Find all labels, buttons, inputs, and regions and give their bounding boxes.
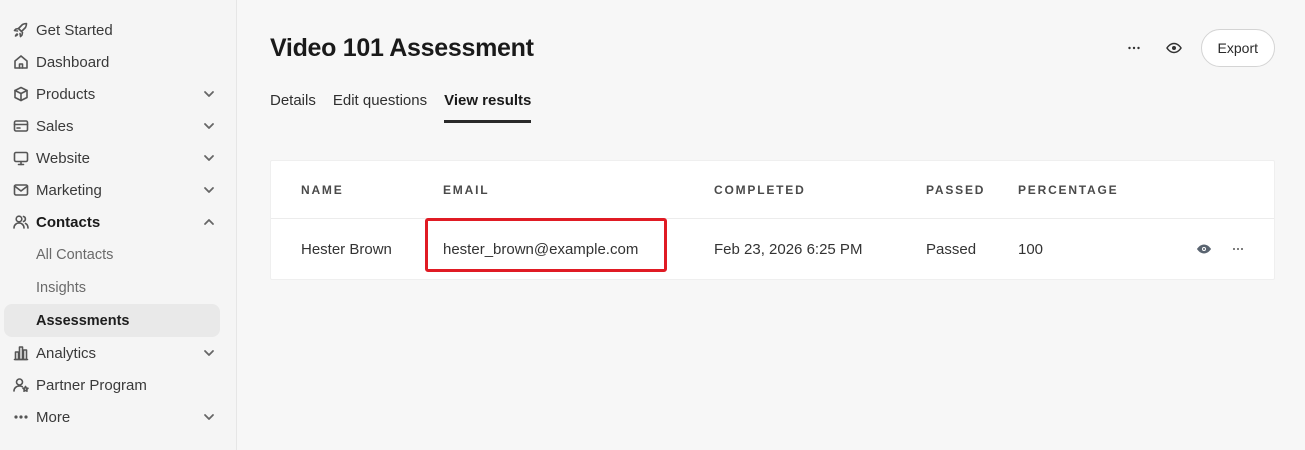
main-content: Video 101 Assessment Export Details Edit…	[237, 0, 1305, 450]
sidebar-item-label: Marketing	[36, 181, 102, 199]
row-more-options-icon[interactable]	[1230, 241, 1246, 257]
column-header-passed[interactable]: PASSED	[926, 183, 985, 197]
column-header-percentage[interactable]: PERCENTAGE	[1018, 183, 1118, 197]
sidebar-item-sales[interactable]: Sales	[0, 110, 236, 142]
sidebar-item-analytics[interactable]: Analytics	[0, 337, 236, 369]
column-header-completed[interactable]: COMPLETED	[714, 183, 806, 197]
ellipsis-icon	[12, 408, 30, 426]
monitor-icon	[12, 149, 30, 167]
sidebar-item-marketing[interactable]: Marketing	[0, 174, 236, 206]
ellipsis-icon	[1127, 46, 1140, 50]
chevron-down-icon[interactable]	[202, 87, 216, 101]
sidebar-subitem-insights[interactable]: Insights	[0, 271, 236, 304]
mail-icon	[12, 181, 30, 199]
chevron-down-icon[interactable]	[202, 119, 216, 133]
chevron-down-icon[interactable]	[202, 183, 216, 197]
sidebar-item-label: Dashboard	[36, 53, 110, 71]
sidebar-item-label: Website	[36, 149, 90, 167]
sidebar-item-label: Sales	[36, 117, 74, 135]
preview-button[interactable]	[1159, 29, 1189, 67]
sidebar-item-more[interactable]: More	[0, 401, 236, 433]
users-icon	[12, 213, 30, 231]
column-header-email[interactable]: EMAIL	[443, 183, 489, 197]
sidebar-item-contacts[interactable]: Contacts	[0, 206, 236, 238]
sidebar-item-partner-program[interactable]: Partner Program	[0, 369, 236, 401]
sidebar: Get Started Dashboard Products Sales Web…	[0, 0, 237, 450]
sidebar-item-label: Partner Program	[36, 376, 147, 394]
sidebar-item-label: More	[36, 408, 71, 426]
tab-edit-questions[interactable]: Edit questions	[333, 92, 427, 123]
sidebar-subitem-all-contacts[interactable]: All Contacts	[0, 238, 236, 271]
tabs: Details Edit questions View results	[270, 92, 548, 123]
cell-completed: Feb 23, 2026 6:25 PM	[714, 241, 863, 258]
cell-name: Hester Brown	[301, 241, 392, 258]
rocket-icon	[12, 21, 30, 39]
page-title: Video 101 Assessment	[270, 34, 534, 62]
eye-icon	[1165, 42, 1182, 54]
cell-passed: Passed	[926, 241, 977, 258]
sidebar-subitem-assessments[interactable]: Assessments	[4, 304, 220, 337]
box-icon	[12, 85, 30, 103]
sidebar-item-label: Products	[36, 85, 96, 103]
sidebar-item-label: Contacts	[36, 213, 101, 231]
table-header-row: NAME EMAIL COMPLETED PASSED PERCENTAGE	[271, 161, 1274, 219]
cell-email: hester_brown@example.com	[443, 241, 639, 258]
tab-view-results[interactable]: View results	[444, 92, 532, 123]
cell-percentage: 100	[1018, 241, 1044, 258]
tab-details[interactable]: Details	[270, 92, 316, 123]
card-icon	[12, 117, 30, 135]
export-button[interactable]: Export	[1200, 29, 1275, 67]
sidebar-item-dashboard[interactable]: Dashboard	[0, 46, 236, 78]
chevron-up-icon[interactable]	[202, 215, 216, 229]
sidebar-item-label: Analytics	[36, 344, 97, 362]
table-row[interactable]: Hester Brown hester_brown@example.com Fe…	[271, 219, 1274, 281]
chevron-down-icon[interactable]	[202, 346, 216, 360]
sidebar-item-get-started[interactable]: Get Started	[0, 14, 236, 46]
chevron-down-icon[interactable]	[202, 151, 216, 165]
header-actions: Export	[1119, 29, 1275, 67]
chevron-down-icon[interactable]	[202, 410, 216, 424]
column-header-name[interactable]: NAME	[301, 183, 344, 197]
more-options-button[interactable]	[1119, 29, 1149, 67]
home-icon	[12, 53, 30, 71]
view-result-eye-icon[interactable]	[1196, 241, 1212, 257]
sidebar-item-label: Get Started	[36, 21, 113, 39]
sidebar-item-products[interactable]: Products	[0, 78, 236, 110]
partner-icon	[12, 376, 30, 394]
results-table: NAME EMAIL COMPLETED PASSED PERCENTAGE H…	[270, 160, 1275, 280]
chart-icon	[12, 344, 30, 362]
sidebar-item-website[interactable]: Website	[0, 142, 236, 174]
